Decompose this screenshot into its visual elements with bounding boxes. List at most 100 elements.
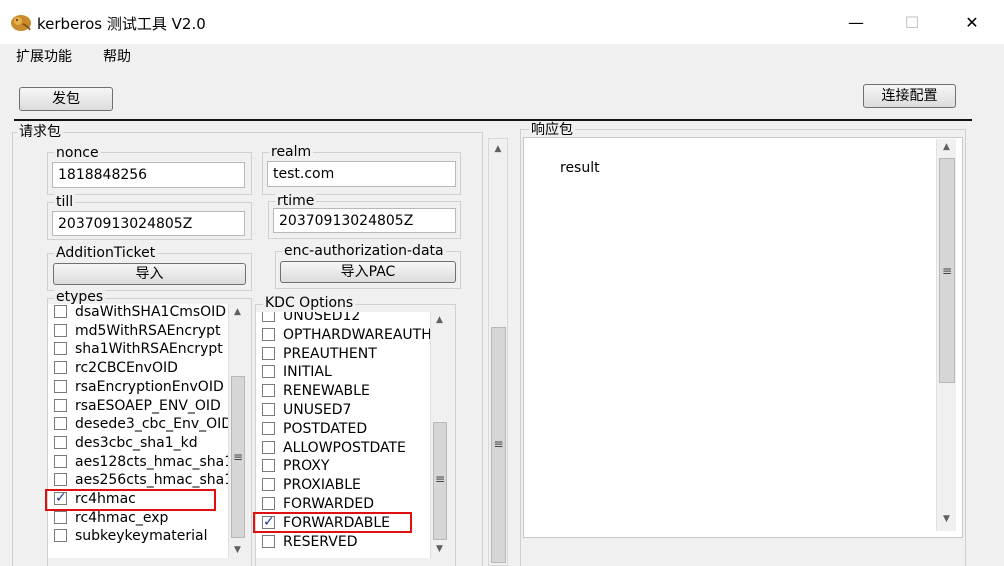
checkbox[interactable]: [54, 529, 67, 543]
kdc-option-item-label: PREAUTHENT: [283, 345, 377, 362]
kdc-option-item[interactable]: OPTHARDWAREAUTH: [262, 326, 430, 344]
checkbox[interactable]: [262, 440, 275, 454]
response-scrollbar[interactable]: ▲ ≡ ▼: [936, 139, 956, 531]
till-field[interactable]: 20370913024805Z: [52, 211, 245, 236]
kdc-option-item[interactable]: PROXY: [262, 457, 329, 475]
etype-item[interactable]: desede3_cbc_Env_OID: [54, 415, 228, 433]
main-scrollbar[interactable]: [974, 44, 1004, 566]
kdc-option-item[interactable]: PREAUTHENT: [262, 345, 377, 363]
etype-item-label: md5WithRSAEncrypt: [75, 322, 221, 339]
checkbox[interactable]: [262, 327, 275, 341]
etypes-list[interactable]: dsaWithSHA1CmsOID md5WithRSAEncrypt sha1Wi…: [48, 304, 228, 558]
scroll-up-icon[interactable]: ▲: [489, 143, 507, 155]
kdc-option-item[interactable]: FORWARDED: [262, 495, 374, 513]
request-scroll-thumb[interactable]: ≡: [491, 327, 506, 563]
checkbox[interactable]: [262, 421, 275, 435]
checkbox[interactable]: [262, 478, 275, 492]
nonce-label: nonce: [54, 145, 101, 161]
separator: [14, 119, 972, 121]
grip-icon: ≡: [941, 264, 953, 278]
scroll-up-icon[interactable]: ▲: [431, 314, 448, 326]
checkbox[interactable]: [54, 435, 67, 449]
checkbox[interactable]: [54, 417, 67, 431]
menu-extensions[interactable]: 扩展功能: [16, 46, 72, 66]
kdc-option-item-label: PROXIABLE: [283, 477, 361, 494]
checkbox[interactable]: [262, 459, 275, 473]
kdc-option-item[interactable]: POSTDATED: [262, 420, 367, 438]
response-text: result: [560, 160, 600, 176]
kdc-scroll-thumb[interactable]: ≡: [433, 422, 447, 540]
nonce-field[interactable]: 1818848256: [52, 162, 245, 188]
etype-item[interactable]: dsaWithSHA1CmsOID: [54, 304, 226, 321]
etype-item-label: subkeykeymaterial: [75, 528, 208, 545]
grip-icon: ≡: [434, 472, 446, 486]
checkbox[interactable]: [54, 398, 67, 412]
highlight-forwardable: [253, 512, 412, 533]
checkbox[interactable]: [262, 312, 275, 322]
etype-item[interactable]: subkeykeymaterial: [54, 527, 208, 545]
etype-item[interactable]: aes128cts_hmac_sha1: [54, 453, 228, 471]
etype-item[interactable]: rc2CBCEnvOID: [54, 359, 178, 377]
minimize-icon: —: [848, 13, 864, 32]
kdc-option-item-label: RESERVED: [283, 533, 358, 550]
connect-config-button[interactable]: 连接配置: [863, 84, 956, 108]
request-scrollbar[interactable]: ▲ ≡: [488, 138, 508, 566]
kdc-options-scrollbar[interactable]: ▲ ≡ ▼: [430, 312, 448, 558]
etype-item[interactable]: rsaEncryptionEnvOID: [54, 378, 224, 396]
kdc-option-item-label: INITIAL: [283, 364, 332, 381]
etype-item[interactable]: rsaESOAEP_ENV_OID: [54, 397, 221, 415]
kdc-option-item[interactable]: INITIAL: [262, 363, 332, 381]
checkbox[interactable]: [262, 403, 275, 416]
kdc-option-item[interactable]: PROXIABLE: [262, 476, 361, 494]
kdc-option-item[interactable]: UNUSED12: [262, 312, 360, 325]
etype-item-label: des3cbc_sha1_kd: [75, 434, 198, 451]
checkbox[interactable]: [54, 454, 67, 468]
import-ticket-button[interactable]: 导入: [53, 263, 246, 285]
kdc-option-item-label: FORWARDED: [283, 496, 375, 512]
kdc-option-item-label: ALLOWPOSTDATE: [283, 439, 406, 456]
checkbox[interactable]: [262, 534, 275, 548]
scroll-down-icon[interactable]: ▼: [431, 543, 448, 555]
scroll-down-icon[interactable]: ▼: [937, 513, 956, 525]
checkbox[interactable]: [262, 365, 275, 379]
kdc-option-item[interactable]: ALLOWPOSTDATE: [262, 439, 406, 457]
checkbox[interactable]: [54, 305, 67, 318]
checkbox[interactable]: [54, 473, 67, 487]
checkbox[interactable]: [54, 361, 67, 375]
checkbox[interactable]: [262, 346, 275, 360]
etypes-scrollbar[interactable]: ▲ ≡ ▼: [228, 304, 246, 558]
checkbox[interactable]: [262, 497, 275, 510]
etype-item-label: rc2CBCEnvOID: [75, 360, 178, 377]
import-pac-button[interactable]: 导入PAC: [280, 261, 456, 283]
maximize-button[interactable]: ☐: [889, 8, 935, 38]
etypes-scroll-thumb[interactable]: ≡: [231, 376, 245, 538]
rtime-field[interactable]: 20370913024805Z: [273, 208, 456, 233]
close-icon: ✕: [965, 13, 979, 32]
checkbox[interactable]: [54, 379, 67, 393]
kdc-option-item[interactable]: RESERVED: [262, 533, 357, 551]
till-label: till: [54, 194, 76, 210]
kdc-option-item[interactable]: RENEWABLE: [262, 382, 370, 400]
response-scroll-thumb[interactable]: ≡: [939, 158, 955, 383]
request-group-label: 请求包: [17, 124, 63, 140]
checkbox[interactable]: [262, 384, 275, 398]
response-panel[interactable]: result: [523, 137, 963, 538]
etype-item-label: sha1WithRSAEncrypt: [75, 341, 223, 358]
scroll-down-icon[interactable]: ▼: [229, 544, 246, 556]
realm-field[interactable]: test.com: [267, 161, 456, 187]
etype-item[interactable]: des3cbc_sha1_kd: [54, 434, 198, 452]
checkbox[interactable]: [54, 323, 67, 337]
scroll-up-icon[interactable]: ▲: [937, 141, 956, 153]
close-button[interactable]: ✕: [949, 8, 995, 38]
scroll-up-icon[interactable]: ▲: [229, 306, 246, 318]
checkbox[interactable]: [54, 342, 67, 356]
checkbox[interactable]: [54, 510, 67, 524]
etype-item[interactable]: rc4hmac_exp: [54, 509, 168, 527]
kdc-option-item[interactable]: UNUSED7: [262, 401, 351, 419]
menu-help[interactable]: 帮助: [103, 46, 131, 66]
etype-item[interactable]: sha1WithRSAEncrypt: [54, 340, 223, 358]
etype-item[interactable]: aes256cts_hmac_sha1: [54, 471, 228, 489]
send-button[interactable]: 发包: [19, 87, 113, 111]
minimize-button[interactable]: —: [833, 8, 879, 38]
etype-item[interactable]: md5WithRSAEncrypt: [54, 322, 221, 340]
